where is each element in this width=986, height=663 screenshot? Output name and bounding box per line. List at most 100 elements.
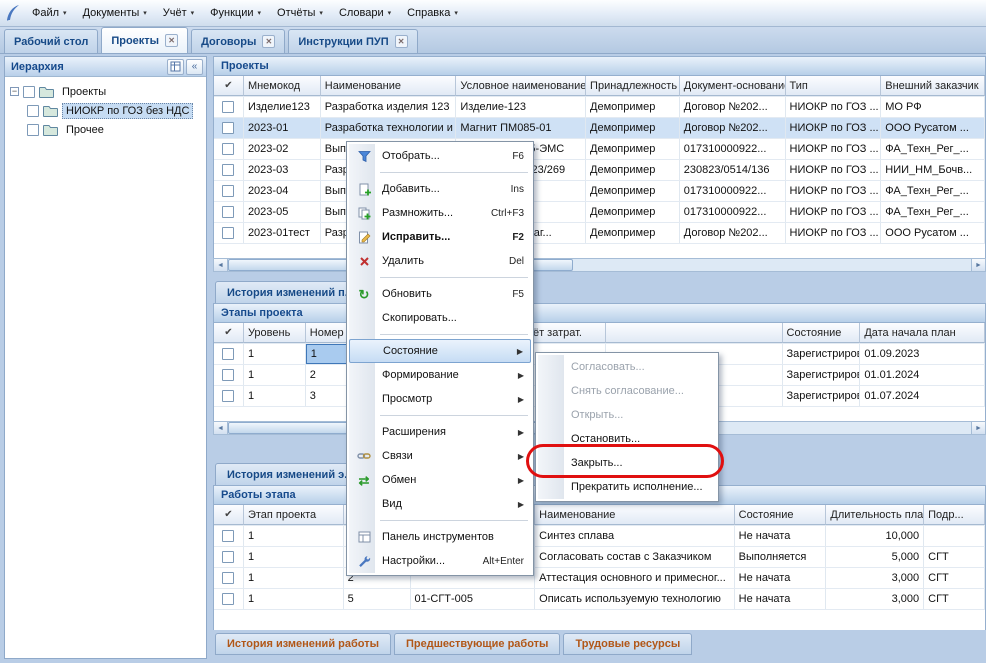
column-header[interactable]: Состояние [783,323,861,343]
column-header[interactable]: Длительность план▼ [826,505,924,525]
context-menu-item-copy[interactable]: Скопировать... [349,306,531,330]
column-header[interactable]: Условное наименование [456,76,586,96]
select-all-header[interactable]: ✔ [214,323,244,343]
tree-item[interactable]: −Проекты [5,82,206,101]
row-checkbox[interactable] [222,390,234,402]
context-menu-item-filter[interactable]: Отобрать...F6 [349,144,531,168]
table-row[interactable]: 2023-04ВыполнениеДемопример017310000922.… [214,181,985,202]
table-row[interactable]: 1501-СГТ-005Описать используемую техноло… [214,589,985,610]
find-button[interactable] [167,59,184,75]
table-row[interactable]: 2023-05ВыполнениеДемопример017310000922.… [214,202,985,223]
tab-desktop[interactable]: Рабочий стол [4,29,98,53]
projects-hscrollbar[interactable]: ◄ ► [213,258,986,272]
select-all-header[interactable]: ✔ [214,505,244,525]
row-checkbox[interactable] [222,143,234,155]
context-menu-item-exchange[interactable]: ⇄Обмен▶ [349,468,531,492]
menubar-item-file[interactable]: Файл▾ [24,2,75,24]
row-checkbox[interactable] [222,164,234,176]
column-header[interactable]: Наименование [321,76,457,96]
column-header[interactable]: Уровень [244,323,306,343]
context-menu-item-state[interactable]: Состояние▶ [349,339,531,363]
table-row[interactable]: 127Синтез сплаваНе начата10,000 [214,526,985,547]
tree-checkbox[interactable] [27,124,39,136]
context-menu-item-view[interactable]: Просмотр▶ [349,387,531,411]
column-header[interactable] [606,323,783,343]
scroll-left-icon[interactable]: ◄ [214,259,228,271]
bottom-tab-labor-resources[interactable]: Трудовые ресурсы [563,633,692,655]
row-checkbox[interactable] [222,369,234,381]
scroll-right-icon[interactable]: ► [971,259,985,271]
context-menu-item-refresh[interactable]: ↻ОбновитьF5 [349,282,531,306]
menubar-item-help[interactable]: Справка▾ [399,2,466,24]
collapse-panel-button[interactable]: « [186,59,203,75]
cell-value: Демопример [590,143,655,155]
table-row[interactable]: Изделие123Разработка изделия 123Изделие-… [214,97,985,118]
context-menu-item-duplicate[interactable]: Размножить...Ctrl+F3 [349,201,531,225]
scroll-right-icon[interactable]: ► [971,422,985,434]
table-row[interactable]: 11Согласовать состав с ЗаказчикомВыполня… [214,547,985,568]
column-header[interactable]: Состояние [735,505,827,525]
menubar-item-functions[interactable]: Функции▾ [202,2,269,24]
menubar-item-documents[interactable]: Документы▾ [75,2,155,24]
context-menu-item-toolbar[interactable]: Панель инструментов [349,525,531,549]
cell-value: НИОКР по ГОЗ ... [790,143,879,155]
context-menu-item-links[interactable]: Связи▶ [349,444,531,468]
tree-checkbox[interactable] [23,86,35,98]
bottom-tab-predecessors[interactable]: Предшествующие работы [394,633,560,655]
tab-pup-instructions[interactable]: Инструкции ПУП✕ [288,29,417,53]
context-menu-item-delete[interactable]: УдалитьDel [349,249,531,273]
row-checkbox[interactable] [222,551,234,563]
column-header[interactable]: Подр... [924,505,985,525]
column-header[interactable]: Этап проекта [244,505,344,525]
context-menu-item-edit[interactable]: Исправить...F2 [349,225,531,249]
menu-item-label: Снять согласование... [566,385,709,397]
cell: Изделие123 [244,97,321,117]
row-checkbox[interactable] [222,206,234,218]
tab-close-icon[interactable]: ✕ [165,34,178,47]
table-row[interactable]: 2023-02Выполнение ОКРМагнит ПМ085-ЭМСДем… [214,139,985,160]
context-menu-item-add[interactable]: Добавить...Ins [349,177,531,201]
row-checkbox[interactable] [222,348,234,360]
column-header[interactable]: Внешний заказчик [881,76,985,96]
scroll-left-icon[interactable]: ◄ [214,422,228,434]
tab-projects[interactable]: Проекты✕ [101,27,188,53]
menu-separator [380,172,528,173]
state-submenu-item-terminate[interactable]: Прекратить исполнение... [538,475,716,499]
projects-panel-title: Проекты [221,60,269,72]
row-checkbox[interactable] [222,227,234,239]
context-menu-item-formation[interactable]: Формирование▶ [349,363,531,387]
select-all-header[interactable]: ✔ [214,76,244,96]
tab-contracts[interactable]: Договоры✕ [191,29,285,53]
bottom-tab-work-history[interactable]: История изменений работы [215,633,391,655]
row-checkbox[interactable] [222,593,234,605]
column-header[interactable]: Документ-основание [680,76,786,96]
column-header[interactable]: Дата начала план [860,323,985,343]
menubar-item-accounting[interactable]: Учёт▾ [155,2,202,24]
row-checkbox[interactable] [222,185,234,197]
tab-close-icon[interactable]: ✕ [395,35,408,48]
column-header[interactable]: Тип [786,76,882,96]
tree-item[interactable]: Прочее [5,120,206,139]
table-row[interactable]: 12Аттестация основного и примесног...Не … [214,568,985,589]
tab-history-project[interactable]: История изменений п... [215,281,366,303]
table-row[interactable]: 2023-01Разработка технологии иМагнит ПМ0… [214,118,985,139]
context-menu-item-extensions[interactable]: Расширения▶ [349,420,531,444]
menubar-item-dictionaries[interactable]: Словари▾ [331,2,399,24]
tab-history-stage[interactable]: История изменений э... [215,463,365,485]
column-header[interactable]: Мнемокод [244,76,321,96]
column-header[interactable]: Принадлежность [586,76,680,96]
tree-checkbox[interactable] [27,105,39,117]
table-row[interactable]: 2023-03РазработкаИзделие 230823/269Демоп… [214,160,985,181]
row-checkbox[interactable] [222,122,234,134]
row-checkbox[interactable] [222,530,234,542]
row-checkbox[interactable] [222,101,234,113]
tab-close-icon[interactable]: ✕ [262,35,275,48]
row-checkbox[interactable] [222,572,234,584]
table-row[interactable]: 2023-01тестРазработкаПостоянный маг...Де… [214,223,985,244]
menubar-item-reports[interactable]: Отчёты▾ [269,2,331,24]
tree-item[interactable]: НИОКР по ГОЗ без НДС [5,101,206,120]
collapse-icon[interactable]: − [10,87,19,96]
context-menu-item-appearance[interactable]: Вид▶ [349,492,531,516]
context-menu-item-settings[interactable]: Настройки...Alt+Enter [349,549,531,573]
column-header[interactable]: Наименование [535,505,734,525]
